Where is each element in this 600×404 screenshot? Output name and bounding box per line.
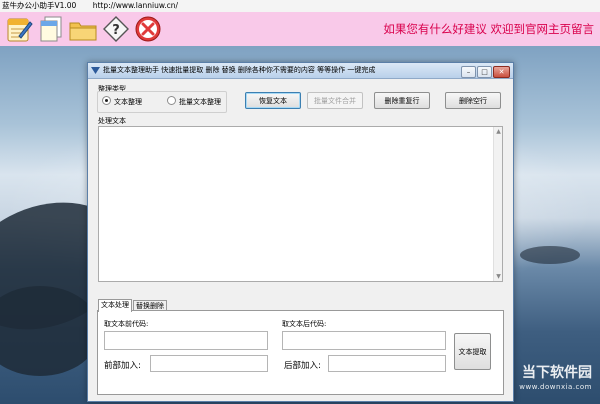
scroll-up-icon[interactable]: ▲	[495, 128, 502, 135]
batch-merge-button[interactable]: 批量文件合并	[307, 92, 363, 109]
edit-notepad-button[interactable]	[4, 14, 34, 44]
radio-batch-tidy-label: 批量文本整理	[179, 98, 221, 106]
prefix-input[interactable]	[150, 355, 268, 372]
after-code-input[interactable]	[282, 331, 446, 350]
radio-batch-tidy[interactable]: 批量文本整理	[167, 96, 221, 107]
app-title: 蓝牛办公小助手V1.00	[2, 1, 77, 10]
maximize-button[interactable]: □	[477, 66, 492, 78]
radio-selected-icon	[102, 96, 111, 105]
radio-unselected-icon	[167, 96, 176, 105]
after-code-label: 取文本后代码:	[282, 320, 327, 328]
restore-text-button[interactable]: 恢复文本	[245, 92, 301, 109]
toolbar: ? 如果您有什么好建议 欢迎到官网主页留言	[0, 12, 600, 46]
process-text-area[interactable]: ▲ ▼	[98, 126, 503, 282]
close-window-button[interactable]: ✕	[493, 66, 510, 78]
dialog-title: 批量文本整理助手 快速批量提取 删除 替换 删除各种你不需要的内容 等等操作 一…	[103, 66, 376, 74]
tab-text-processing[interactable]: 文本处理	[98, 299, 132, 312]
edit-notepad-icon	[7, 18, 33, 42]
minimize-button[interactable]: –	[461, 66, 476, 78]
watermark-title: 当下软件园	[522, 365, 592, 381]
help-button[interactable]: ?	[101, 14, 131, 44]
before-code-label: 取文本前代码:	[104, 320, 149, 328]
remove-duplicates-button[interactable]: 删除重复行	[374, 92, 430, 109]
dialog-title-bar[interactable]: 批量文本整理助手 快速批量提取 删除 替换 删除各种你不需要的内容 等等操作 一…	[88, 63, 513, 79]
suffix-label: 后部加入:	[284, 361, 321, 371]
close-app-button[interactable]	[133, 14, 163, 44]
suffix-input[interactable]	[328, 355, 446, 372]
watermark: 当下软件园 www.downxia.com	[519, 366, 592, 394]
documents-button[interactable]	[36, 14, 66, 44]
radio-text-tidy[interactable]: 文本整理	[102, 96, 142, 107]
extract-text-button[interactable]: 文本提取	[454, 333, 491, 370]
island-shape	[520, 246, 580, 264]
folder-button[interactable]	[68, 14, 98, 44]
documents-icon	[40, 16, 62, 42]
close-icon	[135, 16, 161, 42]
help-icon: ?	[103, 16, 129, 42]
tab-panel: 取文本前代码: 取文本后代码: 前部加入: 后部加入: 文本提取	[97, 310, 504, 395]
feedback-message[interactable]: 如果您有什么好建议 欢迎到官网主页留言	[383, 21, 594, 37]
textarea-label: 处理文本	[98, 117, 126, 125]
app-logo-icon	[91, 67, 100, 74]
remove-blank-lines-button[interactable]: 删除空行	[445, 92, 501, 109]
prefix-label: 前部加入:	[104, 361, 141, 371]
textarea-scrollbar[interactable]: ▲ ▼	[493, 127, 502, 281]
watermark-url: www.downxia.com	[519, 383, 592, 391]
app-title-bar: 蓝牛办公小助手V1.00 http://www.lanniuw.cn/	[0, 0, 600, 12]
text-tool-dialog: 批量文本整理助手 快速批量提取 删除 替换 删除各种你不需要的内容 等等操作 一…	[87, 62, 514, 402]
window-controls: – □ ✕	[460, 65, 510, 80]
before-code-input[interactable]	[104, 331, 268, 350]
app-url[interactable]: http://www.lanniuw.cn/	[93, 1, 178, 10]
svg-text:?: ?	[112, 23, 120, 38]
folder-icon	[69, 22, 97, 41]
radio-text-tidy-label: 文本整理	[114, 98, 142, 106]
scroll-down-icon[interactable]: ▼	[495, 273, 502, 280]
